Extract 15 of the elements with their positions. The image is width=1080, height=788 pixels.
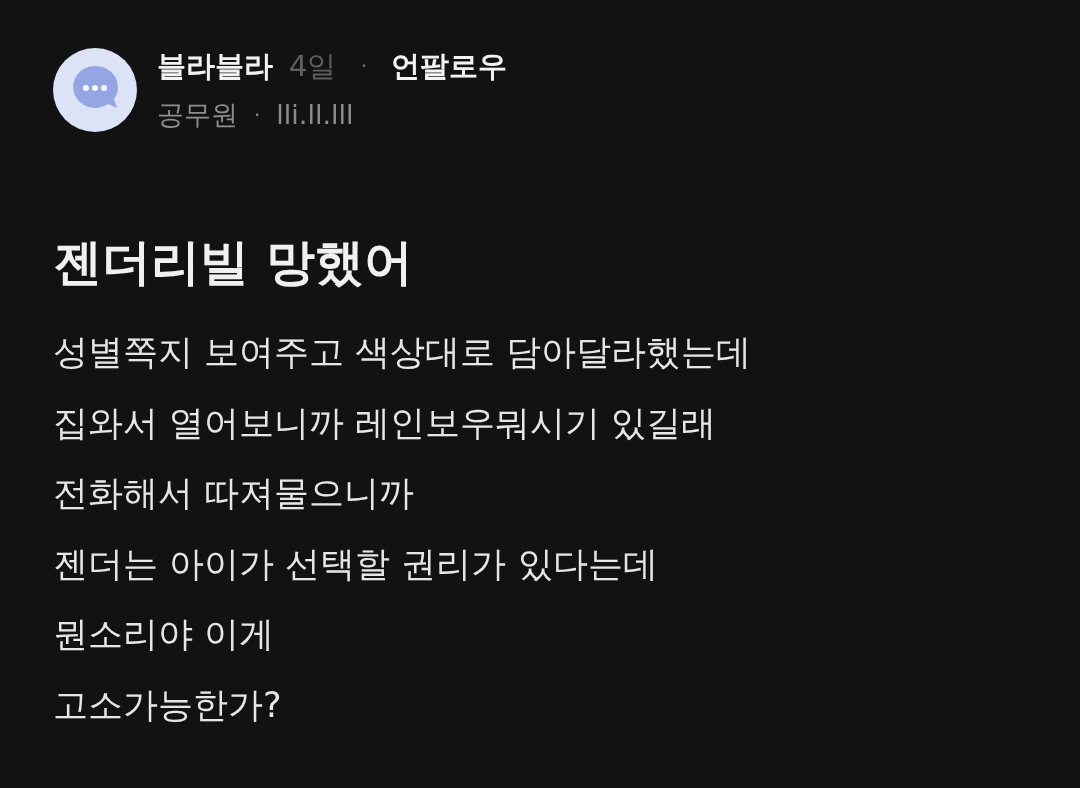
unfollow-button[interactable]: 언팔로우 [391, 48, 508, 84]
body-text-line: 집와서 열어보니까 레인보우뭐시기 있길래 [53, 401, 718, 444]
body-text-line: 성별쪽지 보여주고 색상대로 담아달라했는데 [53, 331, 753, 373]
author-name[interactable]: 블라블라 [157, 48, 273, 84]
body-text-line: 뭔소리야 이게 [53, 613, 276, 655]
chat-bubble-avatar-icon [53, 48, 137, 132]
post-title: 젠더리빌 망했어 [53, 234, 415, 292]
separator-dot: · [254, 102, 261, 129]
author-company: lli.ll.lll [276, 98, 354, 132]
body-text-line: 전화해서 따져물으니까 [53, 472, 416, 514]
separator-dot: · [360, 52, 368, 80]
body-text-line: 고소가능한가? [53, 683, 283, 726]
body-text-line: 젠더는 아이가 선택할 권리가 있다는데 [53, 542, 659, 585]
author-job: 공무원 [157, 98, 238, 132]
post-age: 4일 [289, 48, 337, 84]
